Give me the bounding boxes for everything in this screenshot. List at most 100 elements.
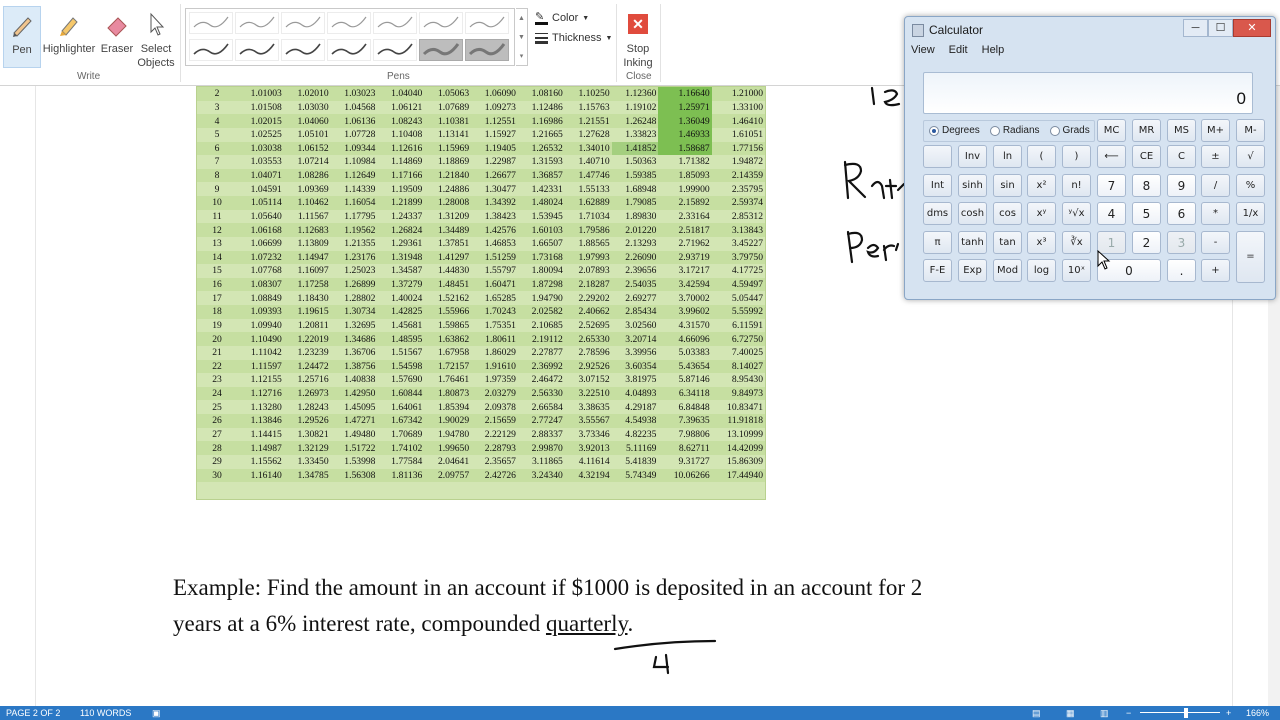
calc-key-blank[interactable]: [923, 145, 952, 168]
calc-key-k5[interactable]: 5: [1132, 202, 1161, 225]
zoom-out-button[interactable]: −: [1126, 706, 1131, 720]
calc-key-int[interactable]: Int: [923, 174, 952, 197]
calc-key-sinh[interactable]: sinh: [958, 174, 987, 197]
calc-key-k2[interactable]: 2: [1132, 231, 1161, 254]
table-cell: 8: [214, 170, 220, 182]
table-cell: 20: [212, 333, 222, 345]
calc-key-lparen[interactable]: (: [1027, 145, 1056, 168]
minimize-button[interactable]: ─: [1183, 19, 1208, 37]
gallery-scroll[interactable]: ▲ ▼ ▾: [516, 8, 528, 66]
table-cell: 1.37279: [391, 279, 423, 291]
proofing-icon[interactable]: ▣: [152, 706, 161, 720]
table-cell: 8.62711: [678, 442, 710, 454]
web-layout-icon[interactable]: ▥: [1100, 706, 1109, 720]
table-cell: 2.99870: [531, 442, 563, 454]
calc-key-mr[interactable]: MR: [1132, 119, 1161, 142]
table-row: 9 1.04591 1.09369 1.14339 1.19509 1.24886 1.30…: [197, 182, 765, 196]
stop-inking-button[interactable]: ✕ Stop Inking: [620, 6, 656, 69]
table-cell: 1.97359: [484, 374, 516, 386]
calc-key-tanh[interactable]: tanh: [958, 231, 987, 254]
calc-key-inv[interactable]: Inv: [958, 145, 987, 168]
close-button[interactable]: ✕: [1233, 19, 1271, 37]
calc-key-back[interactable]: ⟵: [1097, 145, 1126, 168]
select-objects-button[interactable]: Select Objects: [136, 6, 176, 69]
menu-help[interactable]: Help: [982, 44, 1005, 56]
zoom-level[interactable]: 166%: [1246, 706, 1269, 720]
menu-view[interactable]: View: [911, 44, 935, 56]
zoom-slider-thumb[interactable]: [1184, 708, 1188, 718]
degrees-radio[interactable]: Degrees: [929, 125, 980, 136]
calc-key-rparen[interactable]: ): [1062, 145, 1091, 168]
calc-key-ten[interactable]: 10ˣ: [1062, 259, 1091, 282]
calc-key-sin[interactable]: sin: [993, 174, 1022, 197]
color-dropdown[interactable]: ✎ Color ▼: [535, 8, 615, 28]
calc-key-fe[interactable]: F-E: [923, 259, 952, 282]
calc-key-sqrt[interactable]: √: [1236, 145, 1265, 168]
calc-key-pi[interactable]: π: [923, 231, 952, 254]
table-cell: 1.94872: [731, 156, 763, 168]
calc-key-exp[interactable]: Exp: [958, 259, 987, 282]
calc-key-dms[interactable]: dms: [923, 202, 952, 225]
calc-key-mminus[interactable]: M-: [1236, 119, 1265, 142]
calc-key-dot[interactable]: .: [1167, 259, 1196, 282]
eraser-button[interactable]: Eraser: [98, 6, 136, 68]
calc-key-recip[interactable]: 1/x: [1236, 202, 1265, 225]
calc-key-cosh[interactable]: cosh: [958, 202, 987, 225]
calc-key-pct[interactable]: %: [1236, 174, 1265, 197]
calc-key-eq[interactable]: =: [1236, 231, 1265, 283]
zoom-in-button[interactable]: +: [1226, 706, 1231, 720]
status-bar: PAGE 2 OF 2 110 WORDS ▣ ▤ ▦ ▥ − + 166%: [0, 706, 1280, 720]
calc-key-yroot[interactable]: ʸ√x: [1062, 202, 1091, 225]
thickness-dropdown[interactable]: Thickness ▼: [535, 28, 615, 48]
table-cell: 1.03030: [297, 101, 329, 113]
calc-key-mod[interactable]: Mod: [993, 259, 1022, 282]
table-cell: 1.85093: [678, 170, 710, 182]
calc-key-div[interactable]: /: [1201, 174, 1230, 197]
calc-key-mplus[interactable]: M+: [1201, 119, 1230, 142]
calc-key-x2[interactable]: x²: [1027, 174, 1056, 197]
table-cell: 1.12716: [250, 388, 282, 400]
table-cell: 19: [212, 319, 222, 331]
radians-radio[interactable]: Radians: [989, 125, 1040, 136]
calc-key-ms[interactable]: MS: [1167, 119, 1196, 142]
calc-key-ce[interactable]: CE: [1132, 145, 1161, 168]
calc-key-mc[interactable]: MC: [1097, 119, 1126, 142]
calc-key-k6[interactable]: 6: [1167, 202, 1196, 225]
calc-key-k9[interactable]: 9: [1167, 174, 1196, 197]
table-cell: 1.68948: [625, 183, 657, 195]
calc-key-root3[interactable]: ∛x: [1062, 231, 1091, 254]
read-mode-icon[interactable]: ▤: [1032, 706, 1041, 720]
calc-key-tan[interactable]: tan: [993, 231, 1022, 254]
calc-key-sub[interactable]: -: [1201, 231, 1230, 254]
table-cell: 1.94780: [437, 428, 470, 440]
table-cell: 2.65330: [578, 333, 610, 345]
calc-key-c[interactable]: C: [1167, 145, 1196, 168]
calc-key-log[interactable]: log: [1027, 259, 1056, 282]
zoom-slider[interactable]: [1140, 712, 1220, 713]
maximize-button[interactable]: ☐: [1208, 19, 1233, 37]
calc-key-ln[interactable]: ln: [993, 145, 1022, 168]
calc-key-mul[interactable]: *: [1201, 202, 1230, 225]
color-icon: ✎: [535, 11, 548, 25]
calc-key-cos[interactable]: cos: [993, 202, 1022, 225]
page-indicator[interactable]: PAGE 2 OF 2: [6, 706, 60, 720]
table-cell: 1.32695: [344, 319, 376, 331]
calc-key-xy[interactable]: xʸ: [1027, 202, 1056, 225]
calc-key-k3[interactable]: 3: [1167, 231, 1196, 254]
calc-key-k7[interactable]: 7: [1097, 174, 1126, 197]
calc-key-x3[interactable]: x³: [1027, 231, 1056, 254]
highlighter-button[interactable]: Highlighter: [42, 6, 96, 68]
grads-radio[interactable]: Grads: [1049, 125, 1090, 136]
calc-key-k4[interactable]: 4: [1097, 202, 1126, 225]
print-layout-icon[interactable]: ▦: [1066, 706, 1075, 720]
calc-key-pm[interactable]: ±: [1201, 145, 1230, 168]
table-cell: 1.34785: [297, 469, 329, 481]
calculator-window[interactable]: Calculator ─ ☐ ✕ View Edit Help 0 Degree…: [904, 16, 1276, 300]
calc-key-fact[interactable]: n!: [1062, 174, 1091, 197]
menu-edit[interactable]: Edit: [949, 44, 968, 56]
calc-key-add[interactable]: +: [1201, 259, 1230, 282]
pen-button[interactable]: Pen: [3, 6, 41, 68]
word-count[interactable]: 110 WORDS: [80, 706, 131, 720]
pens-gallery[interactable]: [185, 8, 515, 66]
calc-key-k8[interactable]: 8: [1132, 174, 1161, 197]
